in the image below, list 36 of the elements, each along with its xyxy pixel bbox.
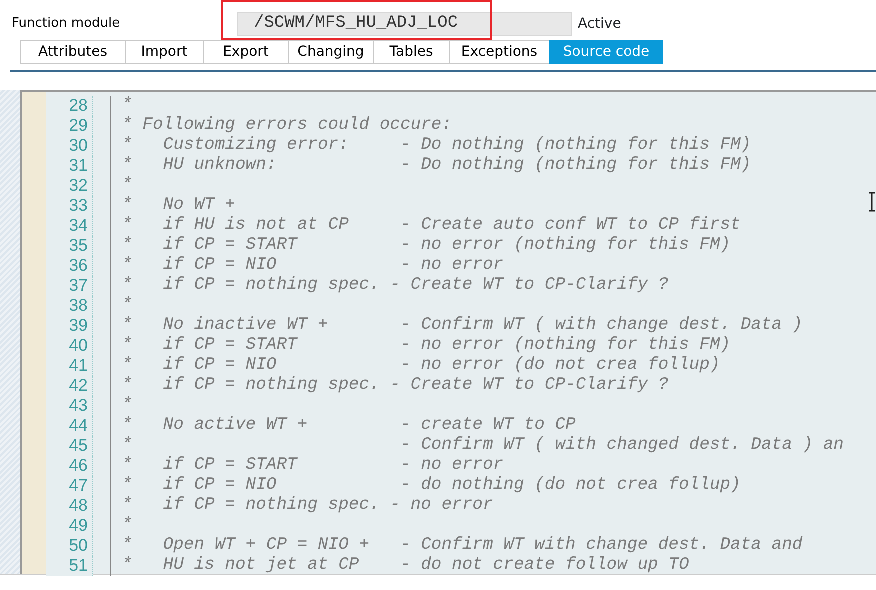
status-text: Active — [578, 14, 622, 34]
tab[interactable]: Exceptions — [449, 40, 549, 64]
code-line: * — [121, 296, 132, 316]
code-line: * HU unknown: - Do nothing (nothing for this FM) — [121, 156, 752, 176]
code-line: * if CP = nothing spec. - no error — [121, 496, 494, 516]
code-line: * if CP = nothing spec. - Create WT to CP-Clarify ? — [121, 276, 669, 296]
code-line: * if CP = START - no error (nothing for this FM) — [121, 336, 731, 356]
code-line: * if CP = NIO - no error (do not crea follup) — [121, 356, 720, 376]
code-line: * if CP = START - no error (nothing for this FM) — [121, 236, 731, 256]
code-line: * — [121, 396, 132, 416]
tab[interactable]: Changing — [288, 40, 373, 64]
code-line: * No WT + — [121, 196, 236, 216]
code-line: * if CP = nothing spec. - Create WT to CP-Clarify ? — [121, 376, 669, 396]
code-line: * HU is not jet at CP - do not create follow up TO — [121, 556, 690, 576]
code-line: * - Confirm WT ( with changed dest. Data ) an — [121, 436, 844, 456]
text-cursor-icon — [868, 192, 876, 212]
function-module-field[interactable]: /SCWM/MFS_HU_ADJ_LOC — [237, 12, 572, 36]
line-number: 51 — [46, 556, 93, 576]
code-line: * if CP = NIO - do nothing (do not crea follup) — [121, 476, 741, 496]
field-label: Function module — [12, 15, 122, 34]
code-line: * if HU is not at CP - Create auto conf WT to CP first — [121, 216, 741, 236]
code-line: * Customizing error: - Do nothing (nothing for this FM) — [121, 136, 752, 156]
code-line: * No inactive WT + - Confirm WT ( with change dest. Data ) — [121, 316, 803, 336]
code-line: * No active WT + - create WT to CP — [121, 416, 576, 436]
code-line: * Open WT + CP = NIO + - Confirm WT with change dest. Data and — [121, 536, 803, 556]
code-line: * if CP = START - no error — [121, 456, 504, 476]
code-line: * — [121, 176, 132, 196]
code-line: * — [121, 516, 132, 536]
tab[interactable]: Tables — [373, 40, 449, 64]
code-line: * Following errors could occure: — [121, 116, 452, 136]
tab[interactable]: Export — [203, 40, 288, 64]
code-line: * if CP = NIO - no error — [121, 256, 504, 276]
tab[interactable]: Import — [125, 40, 203, 64]
code-line: * — [121, 96, 132, 116]
code-editor[interactable] — [20, 90, 876, 574]
tab[interactable]: Attributes — [20, 40, 125, 64]
